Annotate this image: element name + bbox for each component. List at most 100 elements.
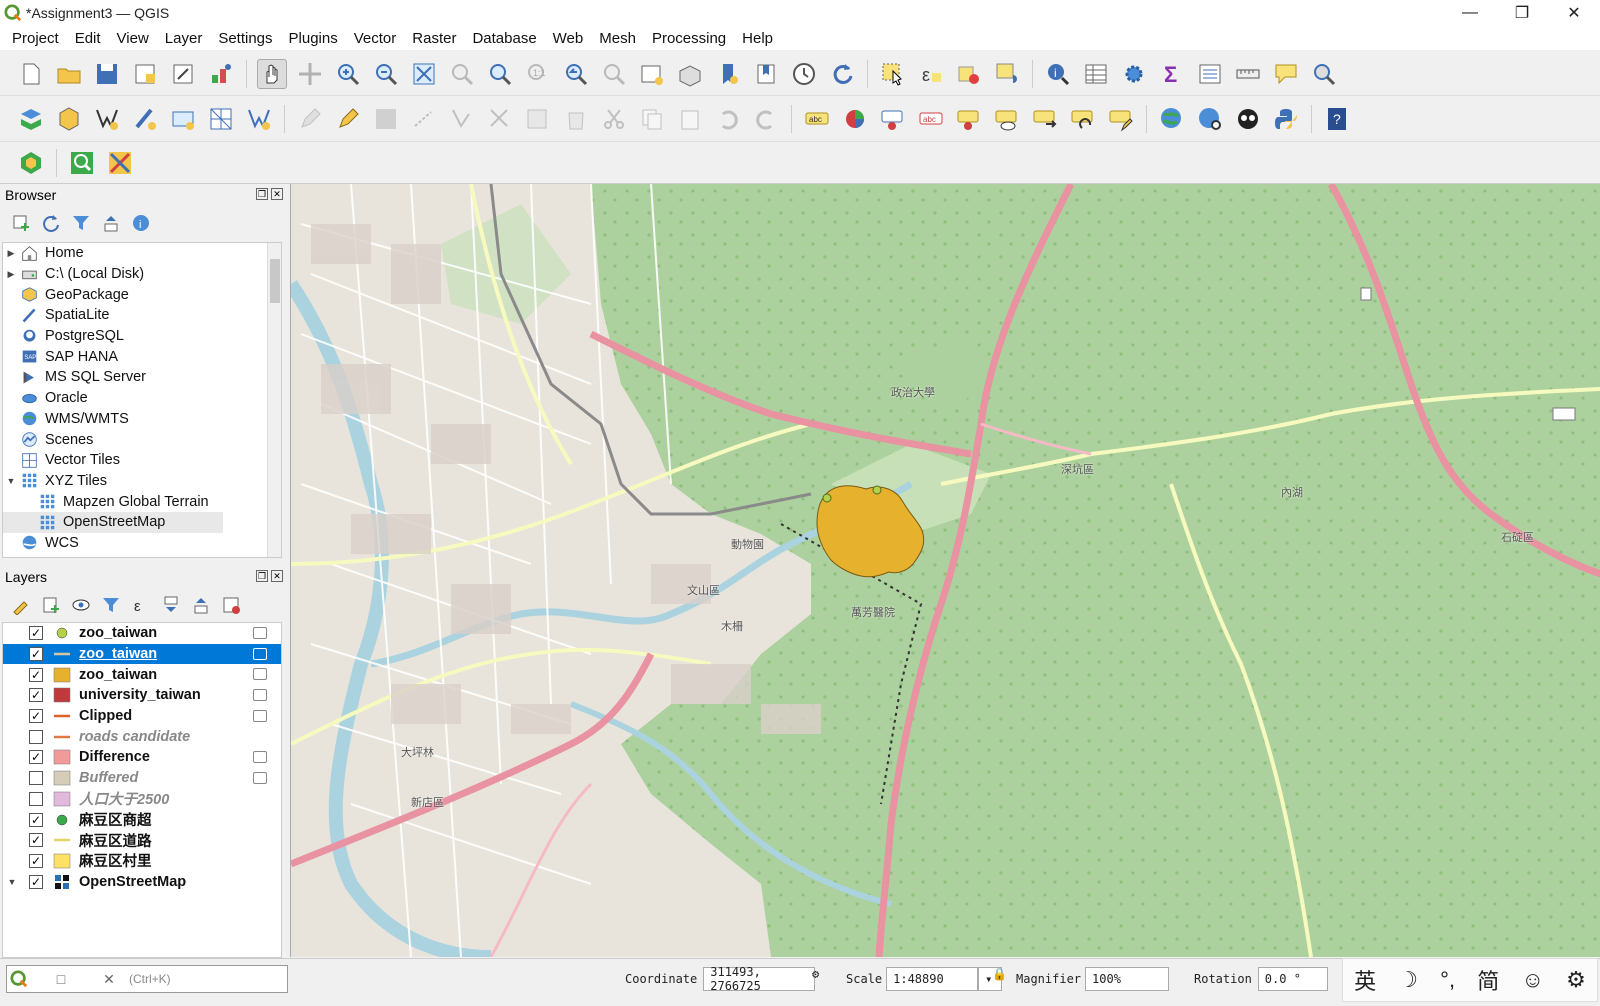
save-project-icon[interactable] [92, 59, 122, 89]
menu-web[interactable]: Web [545, 30, 592, 47]
layer-visibility-checkbox[interactable]: ✓ [29, 647, 43, 662]
scale-lock-icon[interactable]: ⚙ [812, 967, 819, 981]
temporal-controller-icon[interactable] [789, 59, 819, 89]
menu-database[interactable]: Database [464, 30, 544, 47]
browser-item[interactable]: ▶ C:\ (Local Disk) [3, 264, 281, 285]
layer-visibility-checkbox[interactable]: ✓ [29, 688, 43, 703]
menu-edit[interactable]: Edit [67, 30, 109, 47]
undo-icon[interactable] [713, 104, 743, 134]
info-icon[interactable]: i [129, 211, 153, 235]
browser-item[interactable]: Mapzen Global Terrain [3, 491, 281, 512]
layer-styling-icon[interactable] [9, 593, 33, 617]
layer-row[interactable]: ✓ university_taiwan [3, 685, 281, 706]
ime-punctuation-icon[interactable]: °, [1440, 967, 1455, 993]
coordinate-input[interactable]: 311493, 2766725 [703, 965, 816, 993]
layer-visibility-checkbox[interactable]: ✓ [29, 874, 43, 889]
layer-visibility-checkbox[interactable]: ✓ [29, 833, 43, 848]
map-tips-icon[interactable] [1271, 59, 1301, 89]
chevron-down-icon[interactable]: ▼ [3, 877, 21, 887]
plugin-tool-icon[interactable] [105, 148, 135, 178]
menu-settings[interactable]: Settings [210, 30, 280, 47]
layer-row[interactable]: roads candidate [3, 726, 281, 747]
layer-row[interactable]: ✓ zoo_taiwan [3, 643, 281, 665]
statistical-summary-icon[interactable]: Σ [1157, 59, 1187, 89]
browser-item[interactable]: MS SQL Server [3, 367, 281, 388]
menu-processing[interactable]: Processing [644, 30, 734, 47]
refresh-icon[interactable] [827, 59, 857, 89]
collapse-all-icon[interactable] [99, 211, 123, 235]
layer-visibility-checkbox[interactable]: ✓ [29, 709, 43, 724]
layer-visibility-checkbox[interactable]: ✓ [29, 853, 43, 868]
minimize-icon[interactable]: — [1444, 0, 1496, 26]
add-group-icon[interactable] [39, 593, 63, 617]
new-map-view-icon[interactable] [637, 59, 667, 89]
layer-row[interactable]: ✓ zoo_taiwan [3, 623, 281, 644]
zoom-last-icon[interactable] [561, 59, 591, 89]
new-temporary-layer-icon[interactable] [244, 104, 274, 134]
new-project-icon[interactable] [16, 59, 46, 89]
layer-row[interactable]: ✓ zoo_taiwan [3, 664, 281, 685]
rotation-input[interactable]: 0.0 ° [1257, 967, 1328, 991]
restore-window-icon[interactable]: □ [31, 967, 91, 991]
close-icon[interactable]: ✕ [1548, 0, 1600, 26]
filter-by-expression-icon[interactable]: ε [129, 593, 153, 617]
ime-moon-icon[interactable]: ☽ [1398, 967, 1418, 993]
refresh-browser-icon[interactable] [39, 211, 63, 235]
browser-item[interactable]: SAP SAP HANA [3, 346, 281, 367]
copy-features-icon[interactable] [637, 104, 667, 134]
expand-all-icon[interactable] [159, 593, 183, 617]
manage-visibility-icon[interactable] [69, 593, 93, 617]
paste-features-icon[interactable] [675, 104, 705, 134]
change-label-icon[interactable] [1106, 104, 1136, 134]
python-console-icon[interactable] [1271, 104, 1301, 134]
menu-mesh[interactable]: Mesh [591, 30, 644, 47]
open-field-calculator-icon[interactable] [1195, 59, 1225, 89]
layer-visibility-checkbox[interactable] [29, 791, 43, 806]
menu-view[interactable]: View [109, 30, 157, 47]
ime-emoji-icon[interactable]: ☺ [1521, 967, 1543, 993]
layer-row[interactable]: ▼ ✓ OpenStreetMap [3, 871, 281, 892]
style-manager-icon[interactable] [206, 59, 236, 89]
processing-toolbox-icon[interactable] [1119, 59, 1149, 89]
delete-selected-icon[interactable] [561, 104, 591, 134]
pin-label-icon[interactable] [954, 104, 984, 134]
layer-row[interactable]: Buffered [3, 768, 281, 789]
filter-browser-icon[interactable] [69, 211, 93, 235]
browser-scrollbar[interactable] [267, 243, 281, 557]
save-layer-edits-icon[interactable] [371, 104, 401, 134]
attribute-table-icon[interactable] [1081, 59, 1111, 89]
browser-item[interactable]: WMS/WMTS [3, 409, 281, 430]
show-hide-labels-icon[interactable] [992, 104, 1022, 134]
metasearch-results-icon[interactable] [1195, 104, 1225, 134]
menu-vector[interactable]: Vector [346, 30, 405, 47]
cut-features-icon[interactable] [599, 104, 629, 134]
identify-features-icon[interactable]: i [1043, 59, 1073, 89]
rotate-label-icon[interactable] [1068, 104, 1098, 134]
zoom-in-icon[interactable] [333, 59, 363, 89]
toggle-label-display-icon[interactable]: abc [916, 104, 946, 134]
new-mesh-layer-icon[interactable] [206, 104, 236, 134]
layer-row[interactable]: ✓ 麻豆区商超 [3, 809, 281, 830]
zoom-native-icon[interactable]: 1:1 [523, 59, 553, 89]
browser-item[interactable]: WCS [3, 533, 281, 554]
measure-line-icon[interactable] [1233, 59, 1263, 89]
select-features-icon[interactable] [878, 59, 908, 89]
new-print-layout-icon[interactable] [130, 59, 160, 89]
select-by-expression-icon[interactable]: ε [916, 59, 946, 89]
layer-visibility-checkbox[interactable]: ✓ [29, 812, 43, 827]
menu-layer[interactable]: Layer [157, 30, 211, 47]
chevron-down-icon[interactable]: ▼ [3, 476, 19, 486]
browser-item[interactable]: SpatiaLite [3, 305, 281, 326]
layer-indicator-icon[interactable] [253, 689, 267, 702]
vertex-tool-icon[interactable] [447, 104, 477, 134]
ime-english-icon[interactable]: 英 [1354, 964, 1376, 996]
zoom-full-icon[interactable] [409, 59, 439, 89]
pan-map-icon[interactable] [257, 58, 287, 89]
browser-item[interactable]: OpenStreetMap [3, 511, 223, 533]
toggle-editing-icon[interactable] [333, 104, 363, 134]
layer-visibility-checkbox[interactable]: ✓ [29, 750, 43, 765]
layer-visibility-checkbox[interactable]: ✓ [29, 626, 43, 641]
layer-visibility-checkbox[interactable] [29, 771, 43, 786]
pan-to-selection-icon[interactable] [295, 59, 325, 89]
menu-plugins[interactable]: Plugins [281, 30, 346, 47]
